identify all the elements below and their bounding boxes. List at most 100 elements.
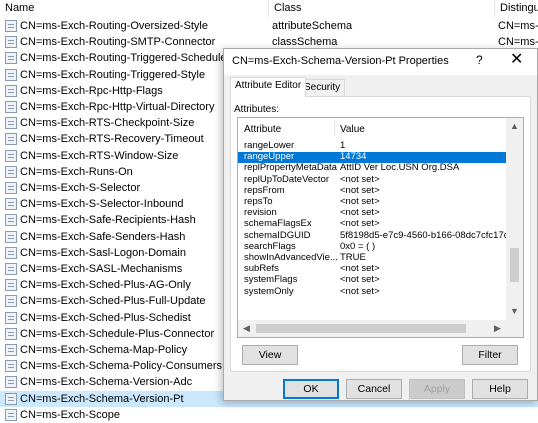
list-item-name: CN=ms-Exch-RTS-Checkpoint-Size: [20, 117, 195, 130]
attribute-value: 0x0 = ( ): [340, 240, 376, 252]
scroll-up-icon[interactable]: ▲: [506, 118, 523, 135]
list-item-class: attributeSchema: [272, 20, 353, 32]
properties-dialog[interactable]: CN=ms-Exch-Schema-Version-Pt Properties …: [223, 48, 538, 401]
column-header-class[interactable]: Class: [269, 0, 494, 17]
column-header-distinguished-name[interactable]: Distinguis: [495, 0, 538, 17]
schema-object-icon: [5, 311, 17, 324]
filter-button[interactable]: Filter: [462, 345, 518, 365]
attribute-row[interactable]: systemOnly <not set>: [238, 285, 506, 298]
list-item-class: classSchema: [272, 36, 338, 49]
schema-object-icon: [5, 101, 17, 113]
cancel-button[interactable]: Cancel: [346, 379, 402, 399]
list-item-name: CN=ms-Exch-Routing-Oversized-Style: [20, 20, 208, 32]
scroll-left-icon[interactable]: ◀: [238, 320, 255, 337]
close-icon[interactable]: ✕: [510, 50, 523, 70]
attribute-value: <not set>: [340, 196, 380, 207]
list-item-name: CN=ms-Exch-Routing-Triggered-Style: [20, 68, 206, 81]
attribute-name: schemaFlagsEx: [244, 218, 312, 230]
help-button[interactable]: Help: [472, 379, 528, 399]
attribute-name: schemaIDGUID: [244, 229, 311, 241]
dialog-title: CN=ms-Exch-Schema-Version-Pt Properties: [232, 55, 449, 67]
vertical-scroll-thumb[interactable]: [510, 248, 519, 282]
attribute-value: AttID Ver Loc.USN Org.DSA: [340, 162, 460, 174]
list-item-name: CN=ms-Exch-Safe-Recipients-Hash: [20, 214, 196, 227]
attribute-name: repsFrom: [244, 184, 285, 196]
schema-object-icon: [5, 408, 17, 421]
schema-object-icon: [5, 198, 17, 211]
list-item-name: CN=ms-Exch-Rpc-Http-Flags: [20, 84, 163, 97]
list-item[interactable]: CN=ms-Exch-Scope: [0, 407, 538, 423]
list-item-name: CN=ms-Exch-RTS-Window-Size: [20, 149, 179, 162]
list-item[interactable]: CN=ms-Exch-Routing-Oversized-Style attrib…: [0, 18, 538, 34]
list-item-name: CN=ms-Exch-Sasl-Logon-Domain: [20, 246, 186, 259]
attribute-name: systemFlags: [244, 274, 298, 286]
list-item-name: CN=ms-Exch-Rpc-Http-Virtual-Directory: [20, 101, 215, 113]
attribute-value: TRUE: [340, 252, 366, 263]
list-item-name: CN=ms-Exch-SASL-Mechanisms: [20, 263, 183, 275]
dialog-titlebar[interactable]: CN=ms-Exch-Schema-Version-Pt Properties …: [224, 49, 537, 75]
tab-attribute-editor[interactable]: Attribute Editor: [230, 77, 307, 97]
attribute-name: systemOnly: [244, 285, 294, 297]
list-item-name: CN=ms-Exch-Schema-Map-Policy: [20, 344, 188, 356]
list-item-name: CN=ms-Exch-Sched-Plus-Full-Update: [20, 295, 206, 308]
attributes-list[interactable]: Attribute Value rangeLower 1 rangeUpper 147…: [237, 117, 524, 338]
list-item-name: CN=ms-Exch-Safe-Senders-Hash: [20, 230, 186, 243]
list-item-name: CN=ms-Exch-Schema-Policy-Consumers: [20, 360, 223, 373]
schema-object-icon: [5, 230, 17, 243]
schema-object-icon: [5, 327, 17, 340]
attribute-name: replUpToDateVector: [244, 173, 330, 185]
schema-object-icon: [5, 165, 17, 178]
attribute-name: repsTo: [244, 196, 273, 207]
column-header-value[interactable]: Value: [340, 124, 365, 135]
schema-object-icon: [5, 52, 17, 65]
attribute-name: searchFlags: [244, 240, 296, 252]
attributes-label: Attributes:: [234, 104, 280, 115]
list-item-name: CN=ms-Exch-Routing-SMTP-Connector: [20, 36, 216, 49]
attribute-value: 5f8198d5-e7c9-4560-b166-08dc7cfc17c1: [340, 229, 514, 241]
list-item-name: CN=ms-Exch-Schema-Version-Adc: [20, 376, 193, 389]
column-separator[interactable]: [334, 120, 335, 136]
help-icon[interactable]: ?: [476, 53, 483, 67]
list-item-name: CN=ms-Exch-Runs-On: [20, 165, 133, 178]
attribute-name: rangeUpper: [244, 151, 295, 163]
horizontal-scroll-thumb[interactable]: [256, 324, 466, 333]
view-button[interactable]: View: [242, 345, 298, 365]
schema-object-icon: [5, 84, 17, 97]
attribute-name: replPropertyMetaData: [244, 162, 337, 174]
schema-object-icon: [5, 133, 17, 146]
attribute-value: <not set>: [340, 218, 380, 230]
list-item-name: CN=ms-Exch-S-Selector: [20, 182, 141, 194]
list-item-name: CN=ms-Exch-Schema-Version-Pt: [20, 392, 184, 405]
schema-object-icon: [5, 246, 17, 259]
apply-button[interactable]: Apply: [409, 379, 465, 399]
attribute-value: <not set>: [340, 184, 380, 196]
schema-object-icon: [5, 279, 17, 292]
scroll-right-icon[interactable]: ▶: [489, 320, 506, 337]
list-item-distinguished-name: CN=ms-E: [498, 36, 538, 49]
horizontal-scrollbar[interactable]: ◀ ▶: [238, 320, 506, 337]
attribute-value: <not set>: [340, 274, 380, 286]
ok-button[interactable]: OK: [283, 379, 339, 399]
list-item-name: CN=ms-Exch-Sched-Plus-Schedist: [20, 311, 191, 324]
list-item-distinguished-name: CN=ms-E: [498, 20, 538, 32]
vertical-scrollbar[interactable]: ▲ ▼: [506, 118, 523, 320]
schema-object-icon: [5, 214, 17, 227]
attribute-value: <not set>: [340, 207, 380, 219]
attribute-name: subRefs: [244, 263, 279, 275]
scroll-down-icon[interactable]: ▼: [506, 303, 523, 320]
schema-object-icon: [5, 344, 17, 356]
schema-object-icon: [5, 263, 17, 275]
attribute-value: <not set>: [340, 263, 380, 275]
column-header-attribute[interactable]: Attribute: [244, 124, 281, 135]
schema-object-icon: [5, 360, 17, 373]
attribute-value: 1: [340, 140, 346, 151]
schema-object-icon: [5, 182, 17, 194]
attribute-name: showInAdvancedVie...: [244, 252, 338, 263]
schema-object-icon: [5, 149, 17, 162]
list-item-name: CN=ms-Exch-Routing-Triggered-Schedule: [20, 52, 227, 65]
attribute-value: <not set>: [340, 173, 380, 185]
schema-object-icon: [5, 392, 17, 405]
schema-object-icon: [5, 68, 17, 81]
column-header-name[interactable]: Name: [0, 0, 268, 17]
attribute-name: revision: [244, 207, 277, 219]
